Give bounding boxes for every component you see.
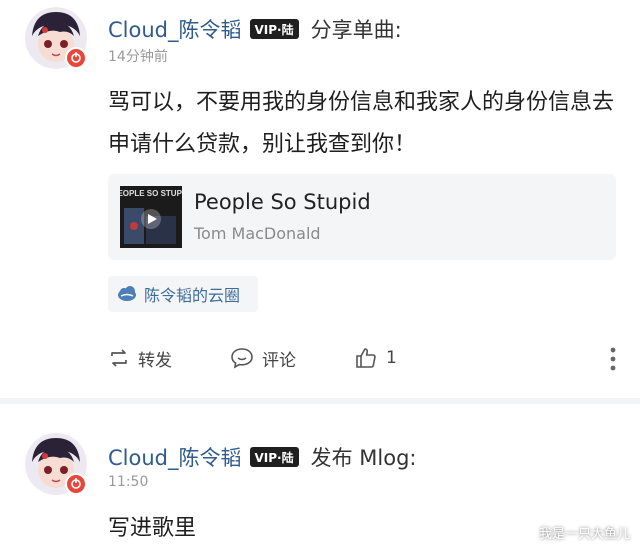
- avatar[interactable]: [24, 432, 88, 496]
- username[interactable]: Cloud_陈令韬: [108, 442, 242, 472]
- comment-label: 评论: [262, 350, 296, 371]
- comment-button[interactable]: 评论: [230, 340, 296, 376]
- avatar[interactable]: [24, 6, 88, 70]
- watermark: 我是一只大鱼儿: [538, 527, 630, 542]
- username[interactable]: Cloud_陈令韬: [108, 14, 242, 44]
- timestamp: 11:50: [108, 474, 149, 490]
- thumbs-up-icon: [356, 348, 376, 368]
- feed-post: Cloud_陈令韬 VIP·陆 分享单曲: 14分钟前 骂可以，不要用我的身份信…: [0, 0, 640, 398]
- album-art-text: PEOPLE SO STUPID: [120, 189, 182, 198]
- like-count: 1: [386, 348, 397, 368]
- repost-button[interactable]: 转发: [108, 340, 172, 376]
- repost-icon: [111, 349, 127, 367]
- vip-badge[interactable]: VIP·陆: [249, 19, 299, 39]
- post-action-label: 分享单曲:: [310, 18, 402, 42]
- more-options-icon[interactable]: [610, 346, 616, 372]
- post-action-label: 发布 Mlog:: [310, 446, 417, 470]
- comment-icon: [231, 348, 253, 369]
- post-actions: 转发 评论 1: [108, 340, 624, 376]
- status-badge: [65, 47, 87, 69]
- circle-tag-label: 陈令韬的云圈: [144, 286, 241, 305]
- timestamp: 14分钟前: [108, 49, 168, 65]
- status-badge: [65, 473, 87, 495]
- post-content: 骂可以，不要用我的身份信息和我家人的身份信息去申请什么贷款，别让我查到你！: [108, 90, 615, 157]
- post-header: Cloud_陈令韬 VIP·陆 分享单曲:: [108, 14, 402, 44]
- music-card[interactable]: PEOPLE SO STUPID People So Stupid Tom Ma…: [108, 174, 616, 260]
- like-button[interactable]: 1: [354, 340, 397, 376]
- song-title: People So Stupid: [194, 190, 371, 214]
- song-artist: Tom MacDonald: [194, 224, 321, 243]
- vip-badge[interactable]: VIP·陆: [249, 447, 299, 467]
- repost-label: 转发: [138, 350, 172, 371]
- post-header: Cloud_陈令韬 VIP·陆 发布 Mlog:: [108, 442, 417, 472]
- circle-tag[interactable]: 陈令韬的云圈: [108, 276, 258, 312]
- cloud-circle-icon: [118, 286, 136, 301]
- album-art[interactable]: PEOPLE SO STUPID: [120, 186, 182, 248]
